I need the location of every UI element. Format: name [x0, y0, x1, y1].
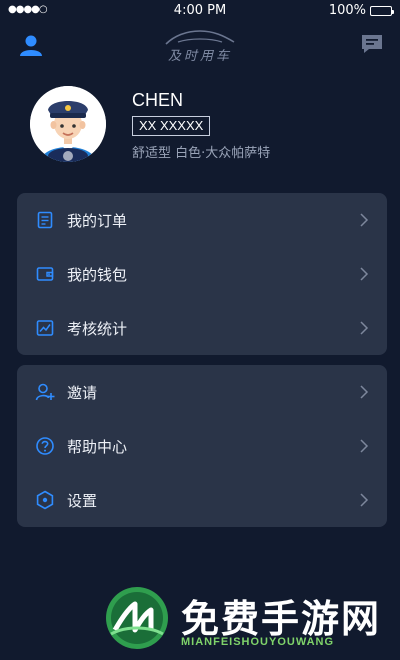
- settings-icon: [35, 490, 55, 510]
- menu-item-my-wallet[interactable]: 我的钱包: [17, 247, 387, 301]
- menu-card-primary: 我的订单 我的钱包 考核统计: [17, 193, 387, 355]
- brand-name: 及时用车: [167, 49, 232, 64]
- watermark-subtitle: MIANFEISHOUYOUWANG: [181, 636, 335, 648]
- chevron-right-icon: [360, 493, 369, 507]
- order-icon: [35, 210, 55, 230]
- menu-item-help-center[interactable]: 帮助中心: [17, 419, 387, 473]
- avatar[interactable]: [30, 86, 106, 162]
- menu-label: 设置: [67, 491, 98, 510]
- menu-item-stats[interactable]: 考核统计: [17, 301, 387, 355]
- battery-status: 100%: [328, 3, 394, 18]
- chevron-right-icon: [360, 385, 369, 399]
- top-header: 及时用车: [0, 26, 400, 66]
- car-logo-icon: [165, 30, 235, 45]
- messages-button[interactable]: [360, 32, 384, 56]
- stats-icon: [35, 318, 55, 338]
- watermark-logo-icon: [106, 587, 168, 649]
- license-plate: XX XXXXX: [132, 116, 211, 136]
- driver-name: CHEN: [132, 90, 184, 110]
- chevron-right-icon: [360, 321, 369, 335]
- brand-logo: 及时用车: [150, 28, 250, 64]
- driver-avatar-icon: [30, 86, 106, 162]
- battery-percent: 100%: [328, 3, 366, 18]
- user-icon: [20, 35, 42, 56]
- menu-label: 考核统计: [67, 319, 128, 338]
- menu-label: 帮助中心: [67, 437, 128, 456]
- watermark-title: 免费手游网: [181, 596, 382, 641]
- chevron-right-icon: [360, 267, 369, 281]
- wallet-icon: [35, 264, 55, 284]
- menu-label: 我的钱包: [67, 265, 128, 284]
- car-info: 舒适型 白色·大众帕萨特: [132, 146, 271, 161]
- menu-label: 我的订单: [67, 211, 128, 230]
- menu-item-settings[interactable]: 设置: [17, 473, 387, 527]
- chevron-right-icon: [360, 439, 369, 453]
- menu-item-invite[interactable]: 邀请: [17, 365, 387, 419]
- driver-profile: CHEN XX XXXXX 舒适型 白色·大众帕萨特: [0, 84, 400, 174]
- user-profile-button[interactable]: [18, 32, 44, 58]
- chevron-right-icon: [360, 213, 369, 227]
- site-watermark: 免费手游网 MIANFEISHOUYOUWANG: [105, 586, 395, 656]
- invite-icon: [35, 382, 55, 402]
- battery-icon: [370, 5, 394, 16]
- menu-label: 邀请: [67, 383, 98, 402]
- help-icon: [35, 436, 55, 456]
- status-bar: ●●●●○ 4:00 PM 100%: [0, 0, 400, 22]
- menu-item-my-orders[interactable]: 我的订单: [17, 193, 387, 247]
- message-icon: [362, 35, 382, 53]
- menu-card-secondary: 邀请 帮助中心 设置: [17, 365, 387, 527]
